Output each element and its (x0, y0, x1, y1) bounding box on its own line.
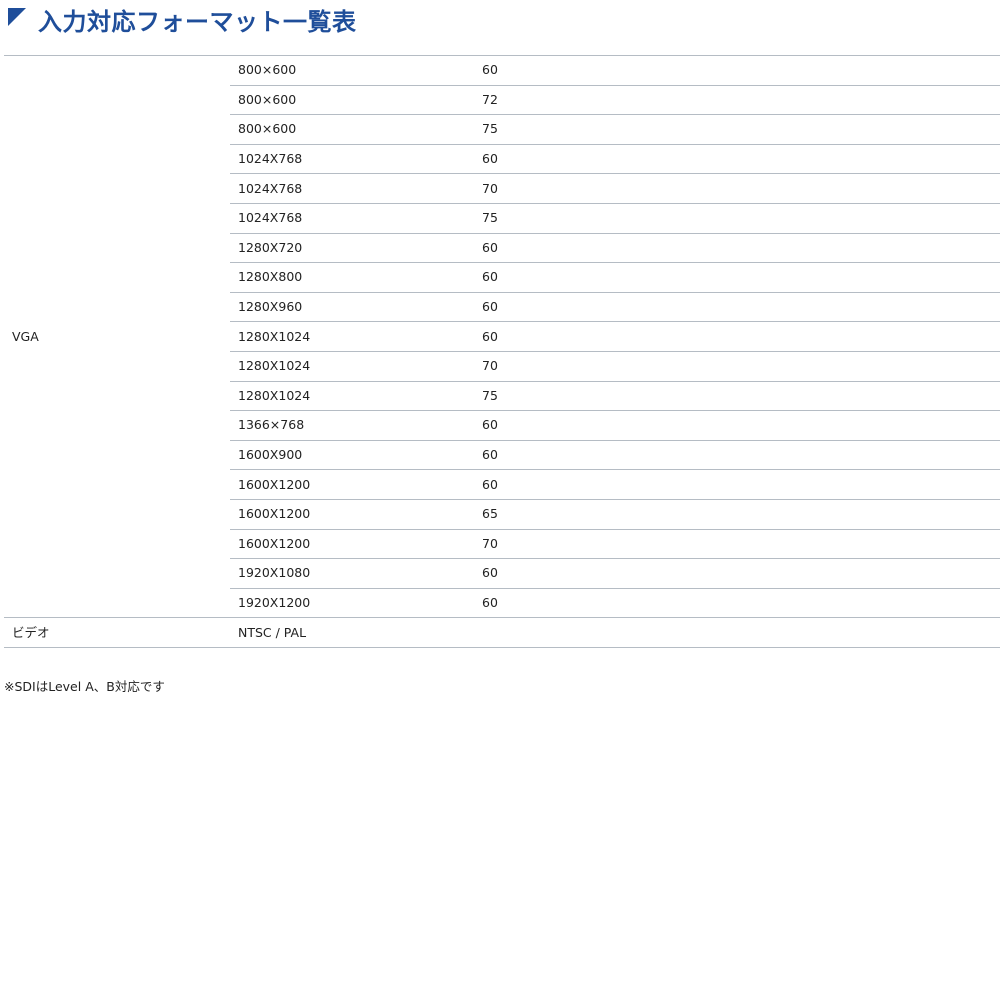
resolution-cell: 1920X1200 (230, 587, 474, 619)
refresh-rate-cell: 60 (474, 410, 1000, 441)
refresh-rate-cell: 60 (474, 558, 1000, 589)
resolution-cell: 1280X800 (230, 262, 474, 293)
refresh-rate-cell: 75 (474, 202, 1000, 234)
resolution-cell: 1600X1200 (230, 469, 474, 500)
resolution-cell: 1280X1024 (230, 380, 474, 412)
resolution-cell: 800×600 (230, 114, 474, 145)
refresh-rate-cell: 75 (474, 114, 1000, 145)
resolution-cell: 1920X1080 (230, 558, 474, 589)
format-table: VGA 800×600 60 800×600 72 800×600 75 1024X768 60… (4, 54, 1000, 648)
resolution-cell: 1280X960 (230, 291, 474, 323)
section-heading: 入力対応フォーマット一覧表 (8, 4, 357, 40)
resolution-cell: 1600X900 (230, 439, 474, 471)
refresh-rate-cell (474, 617, 1000, 648)
page-title: 入力対応フォーマット一覧表 (38, 8, 357, 36)
refresh-rate-cell: 75 (474, 380, 1000, 412)
resolution-cell: 1600X1200 (230, 528, 474, 560)
resolution-cell: 1024X768 (230, 173, 474, 204)
resolution-cell: 1280X720 (230, 232, 474, 264)
refresh-rate-cell: 70 (474, 528, 1000, 560)
signal-type-cell: ビデオ (4, 617, 230, 648)
table-row: VGA 800×600 60 (4, 54, 1000, 619)
resolution-cell: 1024X768 (230, 202, 474, 234)
refresh-rate-cell: 60 (474, 439, 1000, 471)
refresh-rate-cell: 60 (474, 587, 1000, 619)
refresh-rate-cell: 72 (474, 84, 1000, 116)
refresh-rate-cell: 60 (474, 232, 1000, 264)
resolution-cell: NTSC / PAL (230, 617, 474, 648)
signal-type-cell: VGA (4, 54, 230, 619)
resolution-cell: 1366×768 (230, 410, 474, 441)
resolution-cell: 800×600 (230, 55, 474, 86)
table-row: ビデオ NTSC / PAL (4, 617, 1000, 648)
refresh-rate-cell: 65 (474, 498, 1000, 530)
refresh-rate-cell: 70 (474, 350, 1000, 382)
refresh-rate-cell: 60 (474, 291, 1000, 323)
triangle-marker-icon (8, 8, 26, 26)
format-table-body: VGA 800×600 60 800×600 72 800×600 75 1024X768 60… (4, 54, 1000, 648)
resolution-cell: 800×600 (230, 84, 474, 116)
refresh-rate-cell: 60 (474, 469, 1000, 500)
refresh-rate-cell: 60 (474, 55, 1000, 86)
footnote: ※SDIはLevel A、B対応です (4, 679, 165, 694)
resolution-cell: 1280X1024 (230, 350, 474, 382)
resolution-cell: 1280X1024 (230, 321, 474, 352)
resolution-cell: 1600X1200 (230, 498, 474, 530)
format-table-container: VGA 800×600 60 800×600 72 800×600 75 1024X768 60… (4, 54, 1000, 648)
resolution-cell: 1024X768 (230, 143, 474, 175)
refresh-rate-cell: 60 (474, 143, 1000, 175)
refresh-rate-cell: 60 (474, 321, 1000, 352)
refresh-rate-cell: 60 (474, 262, 1000, 293)
refresh-rate-cell: 70 (474, 173, 1000, 204)
